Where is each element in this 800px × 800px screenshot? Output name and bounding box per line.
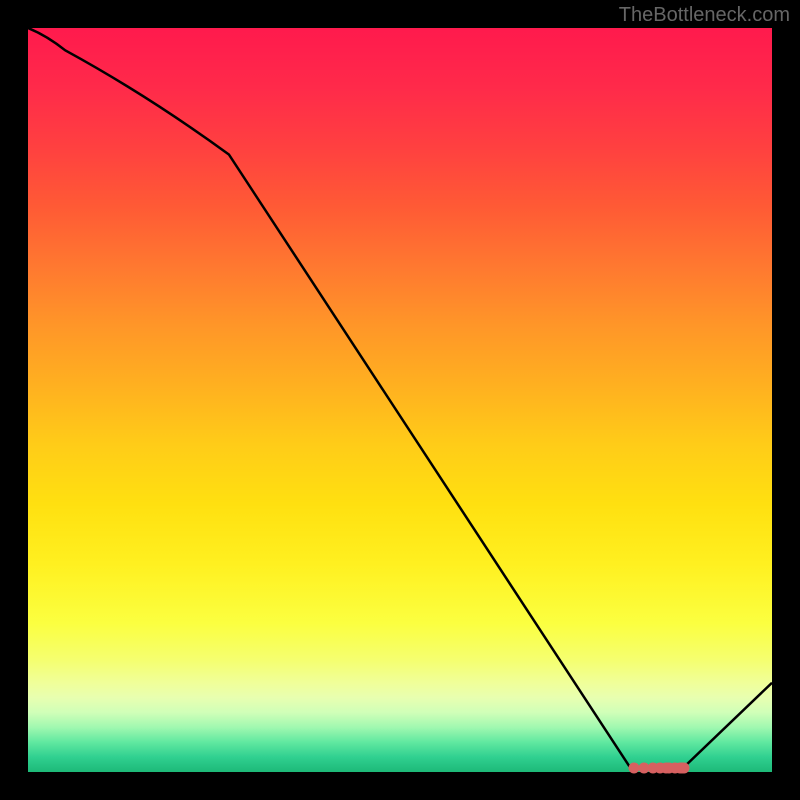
- watermark-label: TheBottleneck.com: [619, 4, 790, 27]
- curve-svg: [28, 28, 772, 772]
- minimum-marker: [679, 763, 690, 774]
- chart-plot-area: [28, 28, 772, 772]
- bottleneck-curve: [28, 28, 772, 768]
